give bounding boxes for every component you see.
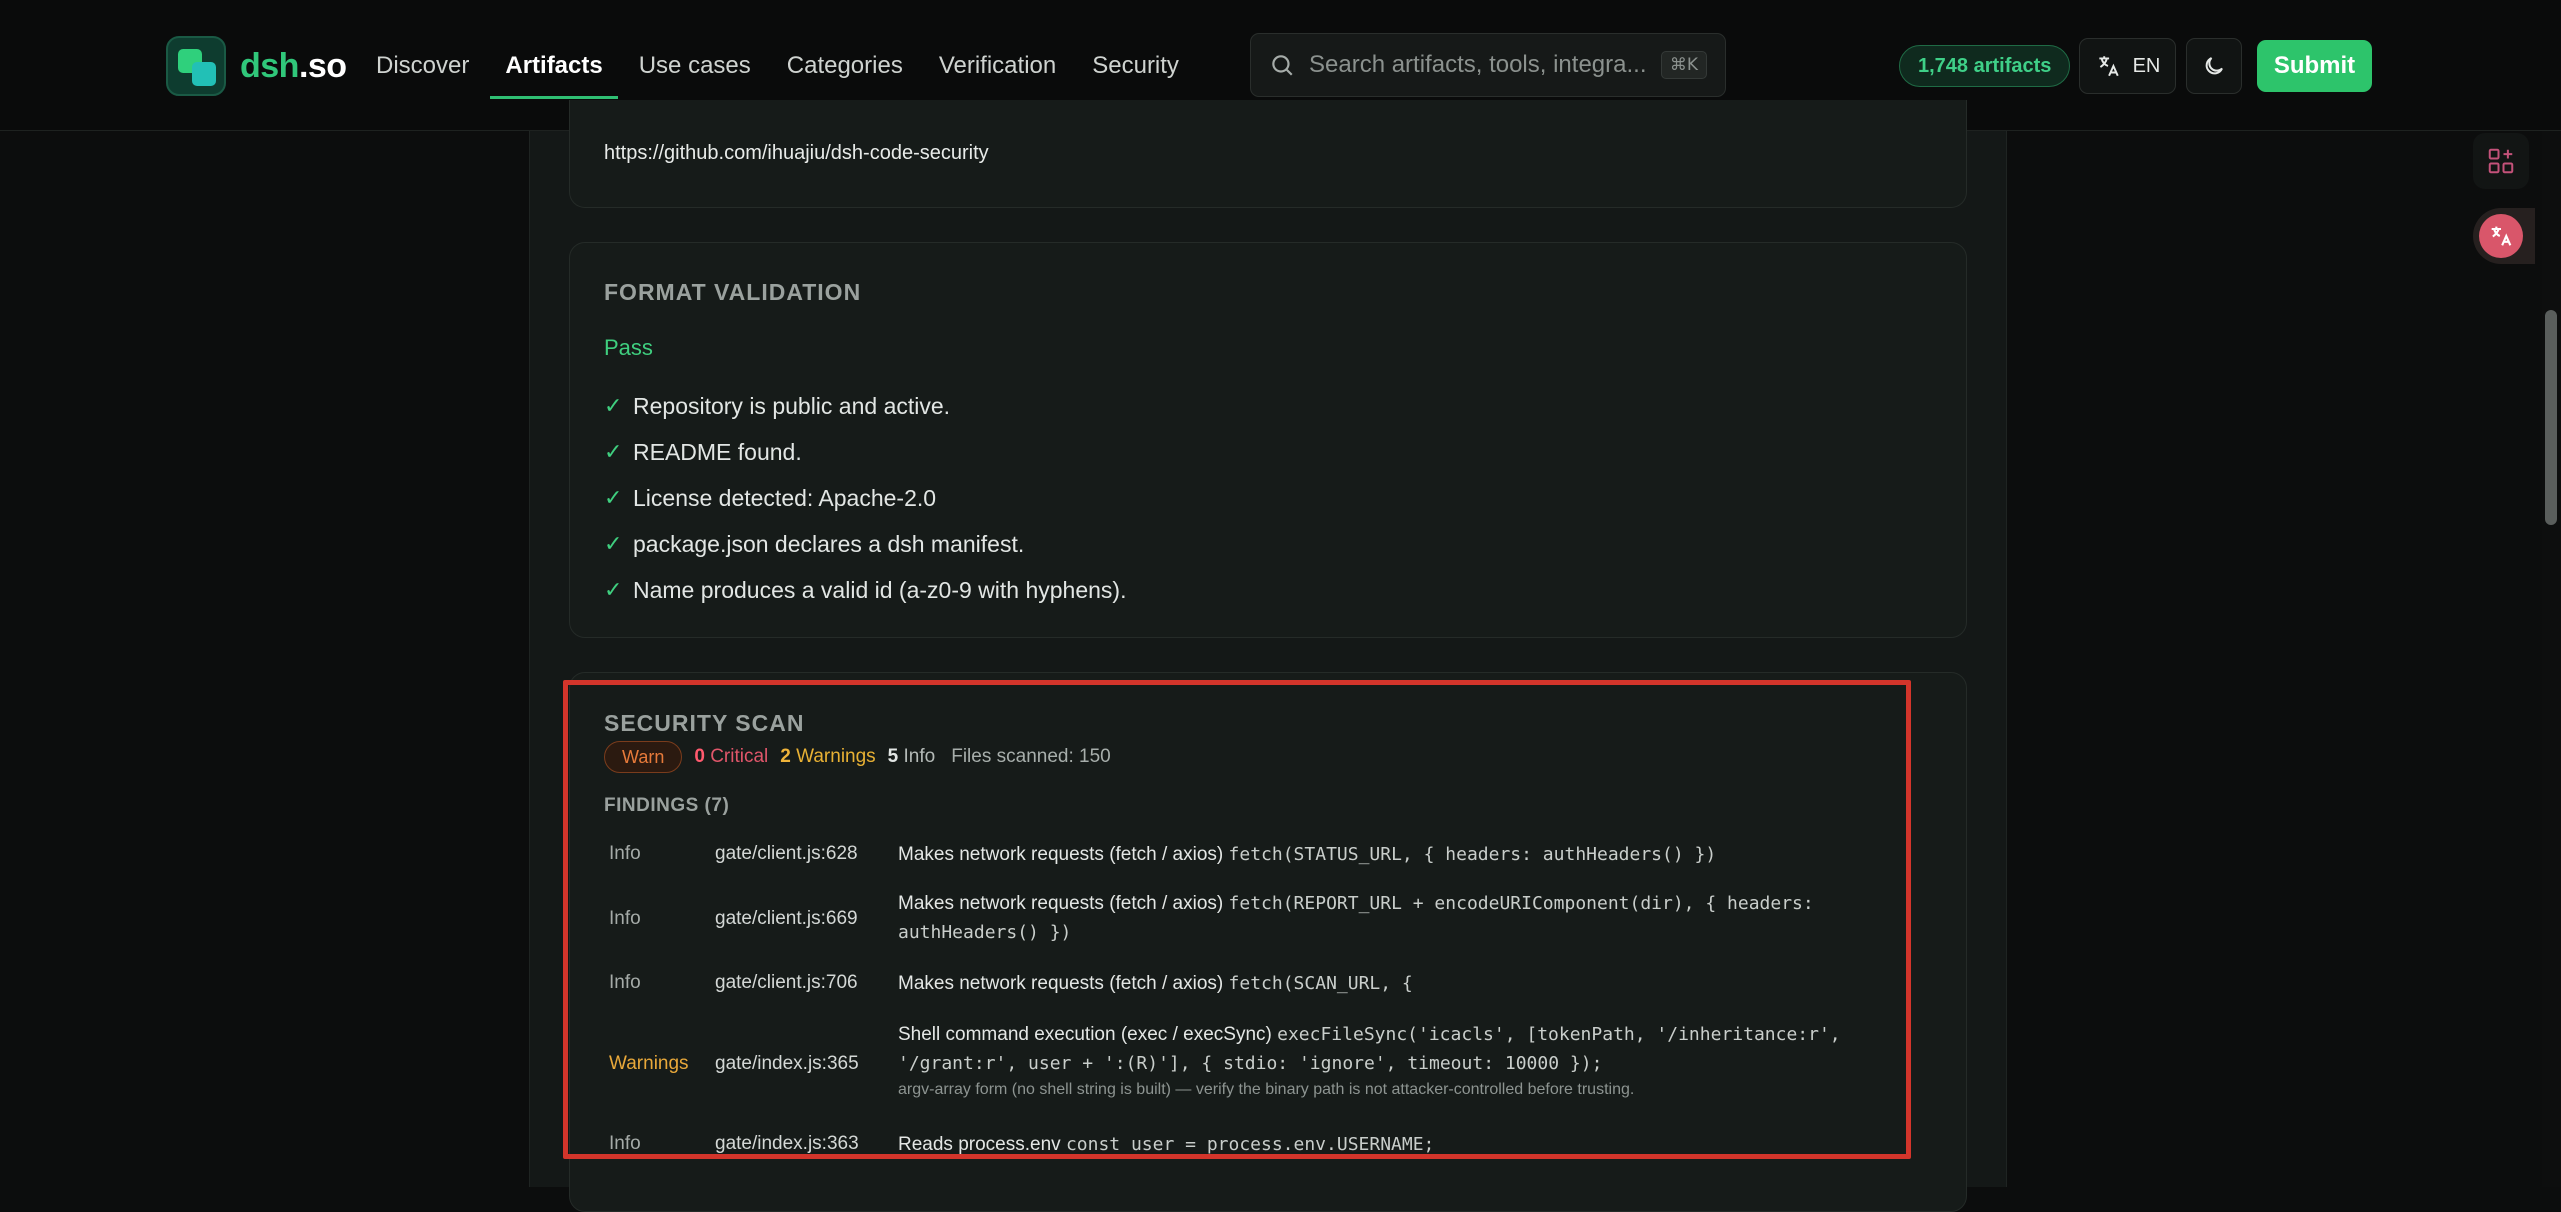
search-shortcut: ⌘K <box>1660 51 1707 79</box>
finding-file[interactable]: gate/client.js:628 <box>715 843 858 865</box>
moon-icon <box>2205 57 2223 75</box>
translate-icon <box>2098 56 2119 77</box>
finding-description: Makes network requests (fetch / axios) f… <box>898 893 1814 943</box>
finding-file[interactable]: gate/index.js:365 <box>715 1053 859 1075</box>
finding-code: fetch(SCAN_URL, { <box>1228 973 1413 994</box>
critical-count: 0 Critical <box>694 746 769 767</box>
check-item: ✓ License detected: Apache-2.0 <box>604 484 937 511</box>
repository-url[interactable]: https://github.com/ihuajiu/dsh-code-secu… <box>604 142 989 165</box>
finding-row: Warnings gate/index.js:365 Shell command… <box>604 1020 1884 1110</box>
check-item: ✓ README found. <box>604 438 802 465</box>
checkmark-icon: ✓ <box>604 485 623 510</box>
security-scan-title: SECURITY SCAN <box>604 710 805 736</box>
info-count: 5 Info <box>887 746 936 767</box>
scrollbar-thumb[interactable] <box>2545 310 2557 525</box>
language-label: EN <box>2132 54 2161 77</box>
finding-severity: Info <box>609 972 641 993</box>
check-item: ✓ Name produces a valid id (a-z0-9 with h… <box>604 576 1127 603</box>
submit-button[interactable]: Submit <box>2257 40 2372 92</box>
apps-add-icon <box>2488 148 2514 174</box>
warnings-count: 2 Warnings <box>780 746 876 767</box>
security-scan-summary: Warn 0 Critical 2 Warnings 5 Info Files … <box>604 740 1111 774</box>
finding-description: Makes network requests (fetch / axios) f… <box>898 973 1413 994</box>
finding-file[interactable]: gate/index.js:363 <box>715 1133 859 1155</box>
translate-widget-button[interactable] <box>2473 208 2535 264</box>
language-button[interactable]: EN <box>2079 38 2176 94</box>
finding-row: Info gate/client.js:628 Makes network re… <box>604 840 1884 870</box>
validation-checklist: ✓ Repository is public and active. ✓ READM… <box>604 383 1126 613</box>
files-scanned: Files scanned: 150 <box>951 746 1111 767</box>
findings-title: FINDINGS (7) <box>604 795 730 816</box>
checkmark-icon: ✓ <box>604 531 623 556</box>
finding-severity: Info <box>609 908 641 929</box>
apps-widget-button[interactable] <box>2473 133 2529 189</box>
finding-description: Reads process.env const user = process.e… <box>898 1134 1435 1155</box>
logo-text: dsh.so <box>240 46 347 85</box>
finding-severity: Info <box>609 843 641 864</box>
finding-code: const user = process.env.USERNAME; <box>1065 1134 1435 1155</box>
finding-row: Info gate/client.js:669 Makes network re… <box>604 889 1884 949</box>
page-scrollbar[interactable] <box>2542 131 2561 1187</box>
finding-row: Info gate/index.js:363 Reads process.env… <box>604 1130 1884 1160</box>
finding-severity: Info <box>609 1133 641 1154</box>
scan-status-badge: Warn <box>604 741 683 773</box>
finding-file[interactable]: gate/client.js:669 <box>715 908 858 930</box>
check-item: ✓ package.json declares a dsh manifest. <box>604 530 1025 557</box>
format-validation-status: Pass <box>604 335 653 360</box>
finding-file[interactable]: gate/client.js:706 <box>715 972 858 994</box>
format-validation-title: FORMAT VALIDATION <box>604 279 862 305</box>
finding-row: Info gate/client.js:706 Makes network re… <box>604 969 1884 999</box>
translate-widget-icon <box>2479 214 2523 258</box>
finding-severity: Warnings <box>609 1053 689 1074</box>
format-validation-card: FORMAT VALIDATION Pass ✓ Repository is pu… <box>569 242 1967 638</box>
check-item: ✓ Repository is public and active. <box>604 392 951 419</box>
nav-discover[interactable]: Discover <box>376 0 469 131</box>
checkmark-icon: ✓ <box>604 439 623 464</box>
theme-toggle-button[interactable] <box>2186 38 2242 94</box>
finding-note: argv-array form (no shell string is buil… <box>898 1081 1635 1098</box>
repository-card: https://github.com/ihuajiu/dsh-code-secu… <box>569 100 1967 208</box>
site-logo[interactable]: dsh.so <box>166 36 347 96</box>
search-icon <box>1272 55 1293 76</box>
logo-icon <box>166 36 226 96</box>
search-placeholder: Search artifacts, tools, integra... <box>1309 51 1647 78</box>
checkmark-icon: ✓ <box>604 393 623 418</box>
search-input[interactable]: Search artifacts, tools, integra... ⌘K <box>1250 33 1726 97</box>
artifact-count-badge: 1,748 artifacts <box>1899 45 2071 87</box>
finding-code: fetch(STATUS_URL, { headers: authHeaders… <box>1228 844 1717 865</box>
finding-description: Shell command execution (exec / execSync… <box>898 1020 1888 1102</box>
checkmark-icon: ✓ <box>604 577 623 602</box>
finding-description: Makes network requests (fetch / axios) f… <box>898 844 1717 865</box>
